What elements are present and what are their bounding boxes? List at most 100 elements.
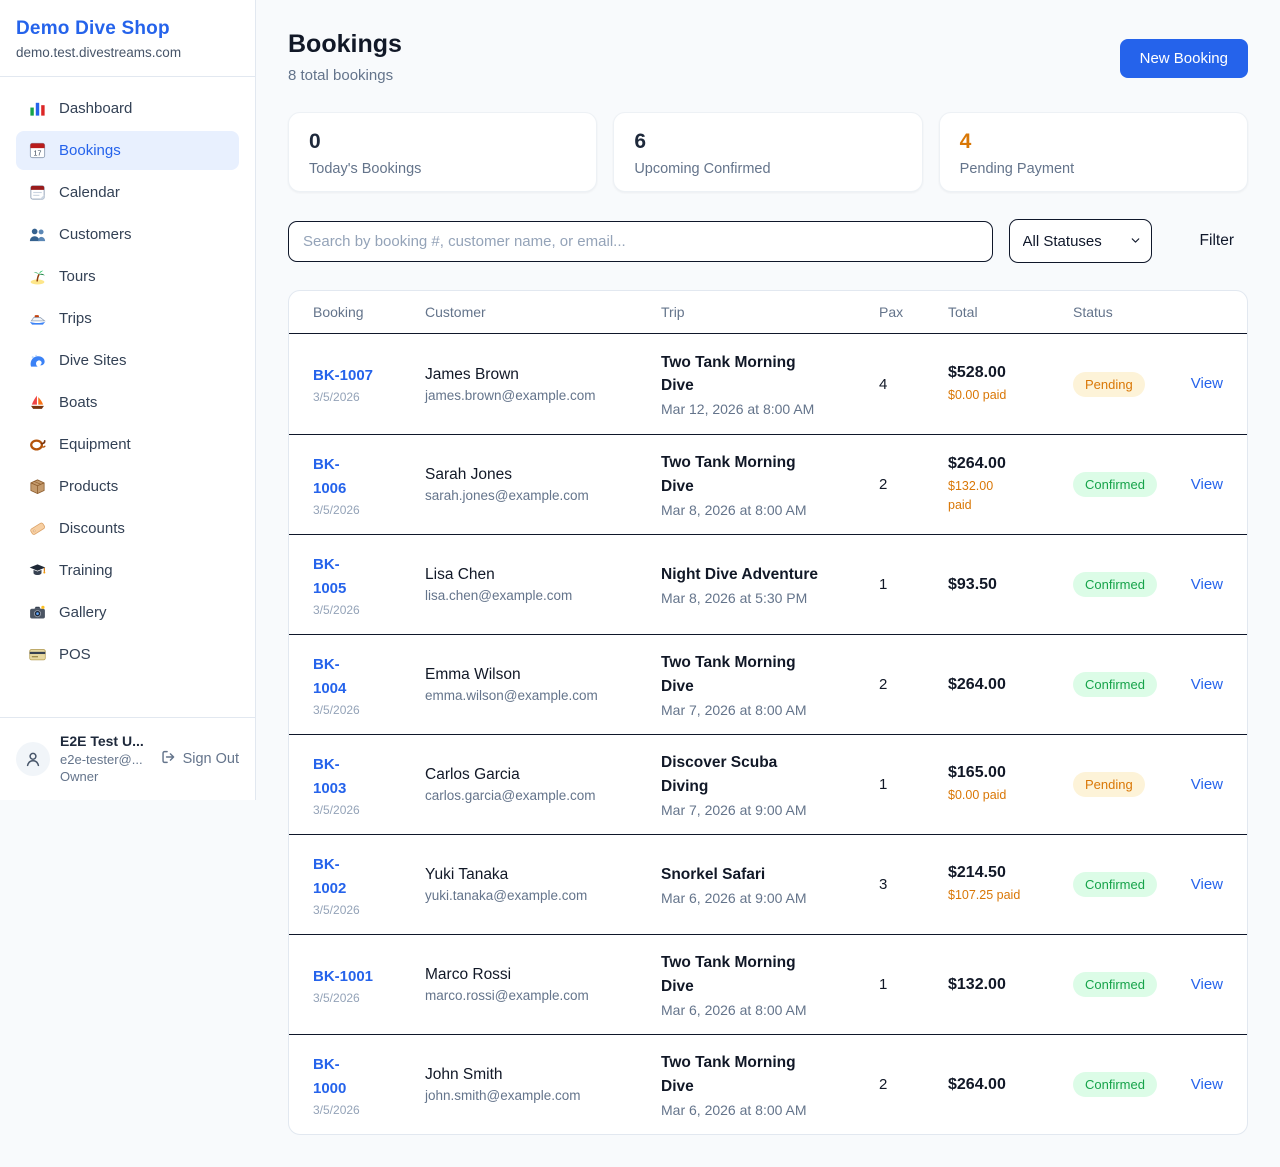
table-row: BK- 10063/5/2026 Sarah Jonessarah.jones@… [289,434,1247,534]
status-badge: Confirmed [1073,472,1157,497]
sidebar-item-label: Calendar [59,184,120,201]
pax-count: 1 [879,976,948,993]
customer-name: Emma Wilson [425,666,661,684]
page-subtitle: 8 total bookings [288,67,402,84]
booking-date: 3/5/2026 [313,703,425,717]
sidebar-item-label: Bookings [59,142,121,159]
sidebar-item-tours[interactable]: Tours [16,257,239,296]
booking-date: 3/5/2026 [313,991,425,1005]
sidebar-item-trips[interactable]: Trips [16,299,239,338]
customer-name: Carlos Garcia [425,766,661,784]
search-input[interactable] [288,221,993,262]
palm-island-icon [28,267,47,286]
status-badge: Confirmed [1073,972,1157,997]
sidebar-item-customers[interactable]: Customers [16,215,239,254]
sidebar-item-discounts[interactable]: Discounts [16,509,239,548]
booking-id-link[interactable]: BK-1007 [313,364,373,388]
sidebar-item-dive-sites[interactable]: Dive Sites [16,341,239,380]
bar-chart-icon [28,99,47,118]
pax-count: 3 [879,876,948,893]
brand: Demo Dive Shop demo.test.divestreams.com [0,0,255,77]
price-tag-icon [28,519,47,538]
stat-label: Upcoming Confirmed [634,161,901,177]
sidebar-item-products[interactable]: Products [16,467,239,506]
table-row: BK- 10043/5/2026 Emma Wilsonemma.wilson@… [289,634,1247,734]
sailboat-icon [28,393,47,412]
pax-count: 1 [879,776,948,793]
sidebar-item-label: Dive Sites [59,352,127,369]
sidebar-item-label: Tours [59,268,96,285]
view-link[interactable]: View [1191,476,1223,493]
trip-name: Discover Scuba Diving [661,751,879,798]
booking-id-link[interactable]: BK- 1005 [313,553,346,601]
filter-button[interactable]: Filter [1186,224,1248,258]
brand-domain: demo.test.divestreams.com [16,45,239,60]
view-link[interactable]: View [1191,676,1223,693]
sign-out-icon [159,748,177,770]
column-header-pax: Pax [879,304,948,320]
view-link[interactable]: View [1191,576,1223,593]
table-header: Booking Customer Trip Pax Total Status [289,291,1247,334]
sidebar-nav: Dashboard 17 Bookings Calendar Customers [0,77,255,681]
trip-name: Two Tank Morning Dive [661,451,879,498]
sidebar-item-label: Equipment [59,436,131,453]
booking-date: 3/5/2026 [313,503,425,517]
view-link[interactable]: View [1191,375,1223,392]
user-info: E2E Test U... e2e-tester@... Owner [60,732,144,786]
view-link[interactable]: View [1191,876,1223,893]
table-row: BK- 10053/5/2026 Lisa Chenlisa.chen@exam… [289,534,1247,634]
stat-card-pending-payment: 4 Pending Payment [939,112,1248,192]
customer-name: Lisa Chen [425,566,661,584]
sidebar-item-equipment[interactable]: Equipment [16,425,239,464]
sidebar-item-gallery[interactable]: Gallery [16,593,239,632]
booking-id-link[interactable]: BK-1001 [313,965,373,989]
booking-date: 3/5/2026 [313,803,425,817]
stat-value: 6 [634,130,901,154]
booking-id-link[interactable]: BK- 1003 [313,753,346,801]
trip-name: Night Dive Adventure [661,563,879,586]
sidebar-footer: E2E Test U... e2e-tester@... Owner Sign … [0,717,255,800]
trip-datetime: Mar 6, 2026 at 8:00 AM [661,1102,879,1118]
view-link[interactable]: View [1191,776,1223,793]
view-link[interactable]: View [1191,1076,1223,1093]
customer-name: Marco Rossi [425,966,661,984]
new-booking-button[interactable]: New Booking [1120,39,1248,78]
customer-email: carlos.garcia@example.com [425,788,661,803]
sidebar-item-label: Products [59,478,118,495]
table-row: BK-10013/5/2026 Marco Rossimarco.rossi@e… [289,934,1247,1034]
status-badge: Confirmed [1073,672,1157,697]
calendar-date-icon: 17 [28,141,47,160]
table-row: BK- 10023/5/2026 Yuki Tanakayuki.tanaka@… [289,834,1247,934]
booking-id-link[interactable]: BK- 1006 [313,453,346,501]
trip-datetime: Mar 6, 2026 at 9:00 AM [661,890,879,906]
booking-id-link[interactable]: BK- 1004 [313,653,346,701]
person-icon [23,749,43,769]
stat-value: 4 [960,130,1227,154]
sidebar-item-dashboard[interactable]: Dashboard [16,89,239,128]
sidebar: Demo Dive Shop demo.test.divestreams.com… [0,0,256,800]
sidebar-item-training[interactable]: Training [16,551,239,590]
booking-date: 3/5/2026 [313,603,425,617]
status-badge: Confirmed [1073,1072,1157,1097]
pax-count: 4 [879,376,948,393]
sign-out-button[interactable]: Sign Out [159,748,239,770]
brand-name: Demo Dive Shop [16,18,239,40]
filter-row: All Statuses Filter [288,219,1248,263]
view-link[interactable]: View [1191,976,1223,993]
sidebar-item-calendar[interactable]: Calendar [16,173,239,212]
total-amount: $165.00 [948,764,1073,782]
status-filter-select[interactable]: All Statuses [1009,219,1152,263]
total-amount: $93.50 [948,576,1073,594]
trip-name: Snorkel Safari [661,863,879,886]
booking-id-link[interactable]: BK- 1002 [313,853,346,901]
sidebar-item-pos[interactable]: POS [16,635,239,674]
app-root: Demo Dive Shop demo.test.divestreams.com… [0,0,1280,1167]
booking-id-link[interactable]: BK- 1000 [313,1053,346,1101]
trip-name: Two Tank Morning Dive [661,1051,879,1098]
sidebar-item-bookings[interactable]: 17 Bookings [16,131,239,170]
sidebar-item-label: Training [59,562,113,579]
total-amount: $264.00 [948,676,1073,694]
booking-date: 3/5/2026 [313,390,425,404]
sidebar-item-boats[interactable]: Boats [16,383,239,422]
total-amount: $264.00 [948,455,1073,473]
